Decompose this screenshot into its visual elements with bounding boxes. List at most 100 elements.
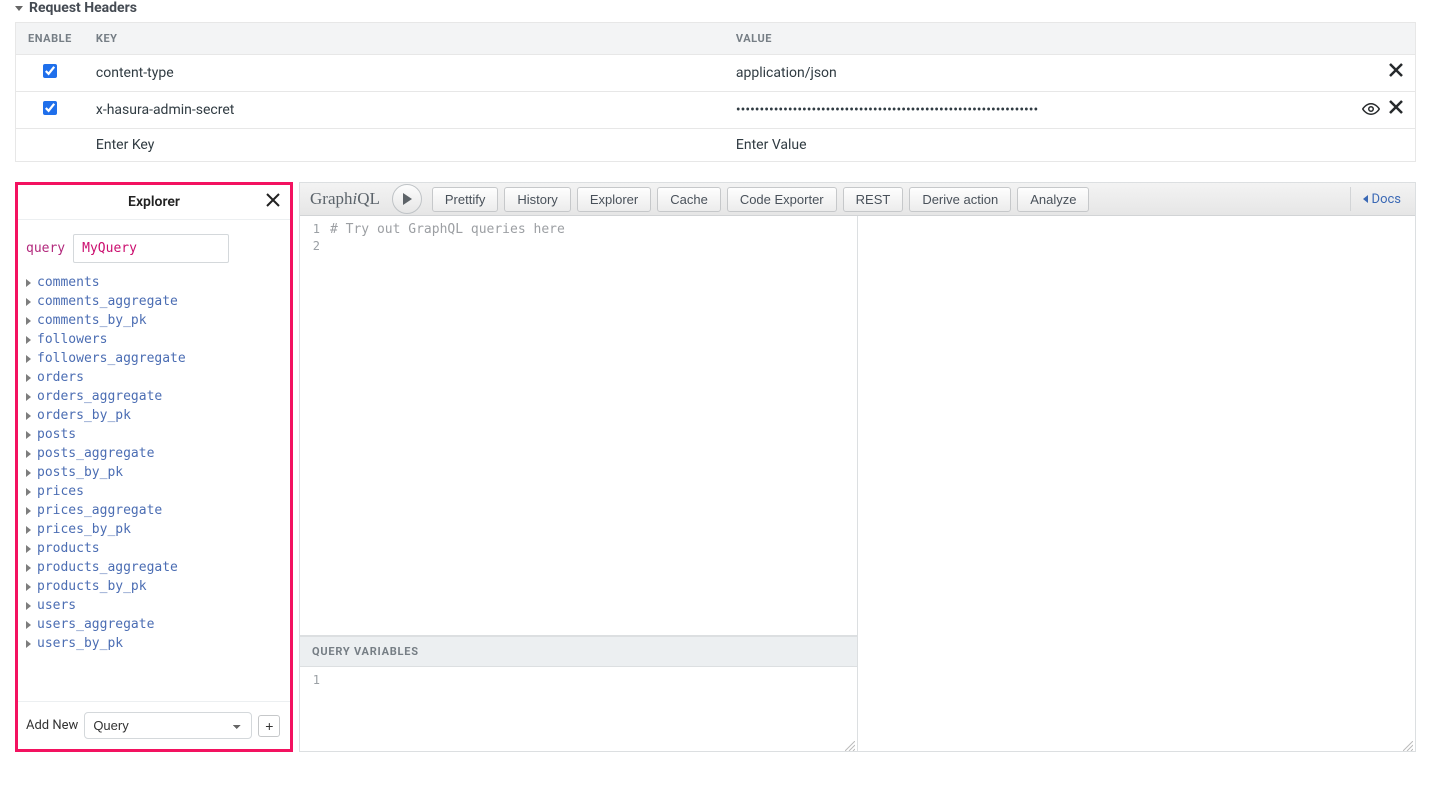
triangle-right-icon: [26, 279, 31, 287]
triangle-right-icon: [26, 393, 31, 401]
qv-gutter: 1: [300, 667, 324, 751]
header-row-new: Enter KeyEnter Value: [16, 129, 1416, 162]
explorer-footer: Add New Query +: [18, 701, 290, 749]
explorer-field[interactable]: posts_by_pk: [26, 463, 282, 482]
col-enable: ENABLE: [16, 23, 84, 55]
field-name: prices_aggregate: [37, 503, 162, 518]
request-headers-section: Request Headers ENABLE KEY VALUE content…: [0, 0, 1431, 162]
triangle-right-icon: [26, 412, 31, 420]
explorer-panel: Explorer query comments comments_aggregat…: [15, 182, 293, 752]
header-key[interactable]: content-type: [84, 55, 724, 92]
field-name: posts: [37, 427, 76, 442]
query-variables-editor[interactable]: 1: [300, 667, 857, 751]
triangle-right-icon: [26, 640, 31, 648]
header-enable-checkbox[interactable]: [43, 64, 57, 78]
triangle-right-icon: [26, 602, 31, 610]
field-name: comments_aggregate: [37, 294, 178, 309]
query-editor[interactable]: 12 # Try out GraphQL queries here: [300, 216, 857, 636]
field-name: orders_aggregate: [37, 389, 162, 404]
graphiql-body: 12 # Try out GraphQL queries here QUERY …: [300, 216, 1415, 751]
explorer-button[interactable]: Explorer: [577, 187, 651, 212]
header-enable-checkbox[interactable]: [43, 101, 57, 115]
field-name: prices_by_pk: [37, 522, 131, 537]
history-button[interactable]: History: [504, 187, 570, 212]
explorer-field[interactable]: prices_by_pk: [26, 520, 282, 539]
explorer-field[interactable]: products: [26, 539, 282, 558]
header-value[interactable]: application/json: [724, 55, 1296, 92]
play-icon: [403, 193, 412, 205]
explorer-field[interactable]: users_aggregate: [26, 615, 282, 634]
explorer-field[interactable]: followers: [26, 330, 282, 349]
explorer-field[interactable]: products_aggregate: [26, 558, 282, 577]
query-gutter: 12: [300, 216, 324, 635]
explorer-field[interactable]: comments: [26, 273, 282, 292]
explorer-field[interactable]: products_by_pk: [26, 577, 282, 596]
headers-table: ENABLE KEY VALUE content-typeapplication…: [15, 22, 1416, 162]
explorer-field[interactable]: comments_aggregate: [26, 292, 282, 311]
explorer-field[interactable]: orders_aggregate: [26, 387, 282, 406]
header-value-placeholder[interactable]: Enter Value: [724, 129, 1416, 162]
cache-button[interactable]: Cache: [657, 187, 721, 212]
add-new-plus-button[interactable]: +: [258, 715, 280, 737]
explorer-field[interactable]: followers_aggregate: [26, 349, 282, 368]
triangle-right-icon: [26, 355, 31, 363]
explorer-header: Explorer: [18, 185, 290, 220]
graphiql-main: GraphiQL Prettify History Explorer Cache…: [299, 182, 1416, 752]
query-variables-header[interactable]: QUERY VARIABLES: [300, 636, 857, 667]
add-new-select[interactable]: Query: [84, 712, 252, 739]
docs-button[interactable]: Docs: [1350, 187, 1407, 211]
triangle-right-icon: [26, 374, 31, 382]
triangle-right-icon: [26, 450, 31, 458]
explorer-field[interactable]: orders: [26, 368, 282, 387]
explorer-title: Explorer: [128, 194, 180, 210]
run-button[interactable]: [392, 184, 422, 214]
triangle-right-icon: [26, 507, 31, 515]
docs-label: Docs: [1372, 192, 1401, 207]
field-name: orders: [37, 370, 84, 385]
header-row: content-typeapplication/json: [16, 55, 1416, 92]
chevron-down-icon: [15, 6, 23, 11]
explorer-operation-row: query: [18, 220, 290, 271]
triangle-right-icon: [26, 564, 31, 572]
derive-action-button[interactable]: Derive action: [909, 187, 1011, 212]
explorer-field[interactable]: comments_by_pk: [26, 311, 282, 330]
explorer-field[interactable]: posts: [26, 425, 282, 444]
operation-keyword: query: [26, 241, 65, 256]
header-key[interactable]: x-hasura-admin-secret: [84, 92, 724, 129]
explorer-field[interactable]: prices_aggregate: [26, 501, 282, 520]
request-headers-title: Request Headers: [29, 0, 137, 16]
header-key-placeholder[interactable]: Enter Key: [84, 129, 724, 162]
request-headers-toggle[interactable]: Request Headers: [15, 0, 1416, 22]
field-name: comments_by_pk: [37, 313, 147, 328]
explorer-field[interactable]: prices: [26, 482, 282, 501]
operation-name-input[interactable]: [73, 234, 229, 263]
field-name: posts_aggregate: [37, 446, 154, 461]
field-name: posts_by_pk: [37, 465, 123, 480]
explorer-field[interactable]: orders_by_pk: [26, 406, 282, 425]
analyze-button[interactable]: Analyze: [1017, 187, 1089, 212]
editor-column: 12 # Try out GraphQL queries here QUERY …: [300, 216, 858, 751]
explorer-field[interactable]: users_by_pk: [26, 634, 282, 653]
remove-icon[interactable]: [1383, 100, 1403, 120]
resize-handle-icon[interactable]: [1403, 739, 1413, 749]
field-name: followers: [37, 332, 107, 347]
eye-icon[interactable]: [1360, 100, 1380, 120]
triangle-right-icon: [26, 298, 31, 306]
triangle-right-icon: [26, 317, 31, 325]
triangle-right-icon: [26, 488, 31, 496]
close-icon[interactable]: [266, 193, 280, 211]
header-value[interactable]: ••••••••••••••••••••••••••••••••••••••••…: [724, 92, 1296, 129]
prettify-button[interactable]: Prettify: [432, 187, 498, 212]
explorer-field[interactable]: posts_aggregate: [26, 444, 282, 463]
explorer-field[interactable]: users: [26, 596, 282, 615]
query-text: # Try out GraphQL queries here: [324, 216, 857, 635]
field-name: comments: [37, 275, 100, 290]
triangle-right-icon: [26, 336, 31, 344]
header-row: x-hasura-admin-secret•••••••••••••••••••…: [16, 92, 1416, 129]
remove-icon[interactable]: [1383, 63, 1403, 83]
triangle-right-icon: [26, 469, 31, 477]
code-exporter-button[interactable]: Code Exporter: [727, 187, 837, 212]
rest-button[interactable]: REST: [843, 187, 904, 212]
resize-handle-icon[interactable]: [845, 739, 855, 749]
triangle-right-icon: [26, 583, 31, 591]
